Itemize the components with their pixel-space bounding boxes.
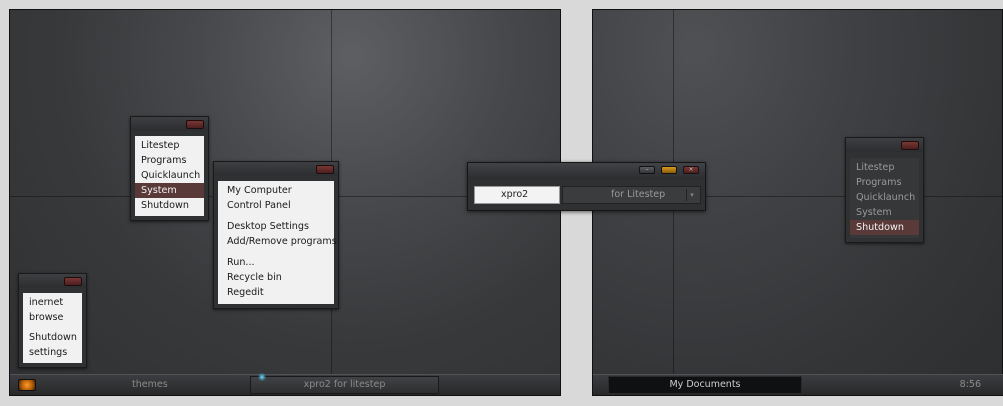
taskbar-right: My Documents 8:56	[593, 374, 1003, 395]
popup-titlebar[interactable]	[214, 162, 338, 176]
taskbar-clock: 8:56	[959, 379, 981, 390]
close-button[interactable]	[901, 141, 919, 150]
popup-titlebar[interactable]	[131, 117, 208, 131]
menu-item-run[interactable]: Run...	[218, 255, 334, 270]
menu-item-settings[interactable]: settings	[23, 345, 82, 360]
menu-item-quicklaunch[interactable]: Quicklaunch	[135, 168, 204, 183]
right-popup-menu: Litestep Programs Quicklaunch System Shu…	[845, 137, 924, 243]
menu-item-system[interactable]: System	[850, 205, 919, 220]
taskbar-task-my-documents[interactable]: My Documents	[608, 376, 802, 394]
main-popup-menu: Litestep Programs Quicklaunch System Shu…	[130, 116, 209, 221]
dialog-titlebar[interactable]: – ×	[468, 163, 705, 179]
close-button[interactable]: ×	[683, 166, 699, 174]
popup-titlebar[interactable]	[846, 138, 923, 152]
close-button[interactable]	[186, 120, 204, 129]
menu-item-programs[interactable]: Programs	[135, 153, 204, 168]
dialog-text-input[interactable]: xpro2	[474, 186, 560, 204]
popup-menu-list: inernet browse Shutdown settings	[23, 293, 82, 363]
themes-button[interactable]: themes	[132, 375, 168, 395]
menu-item-quicklaunch[interactable]: Quicklaunch	[850, 190, 919, 205]
menu-item-shutdown[interactable]: Shutdown	[850, 220, 919, 235]
menu-item-litestep[interactable]: Litestep	[135, 138, 204, 153]
quick-popup-menu: inernet browse Shutdown settings	[18, 273, 87, 368]
menu-item-litestep[interactable]: Litestep	[850, 160, 919, 175]
chevron-down-icon[interactable]: ▾	[686, 189, 697, 201]
popup-menu-list: Litestep Programs Quicklaunch System Shu…	[135, 136, 204, 216]
dialog-select-value: for Litestep	[611, 189, 666, 200]
menu-item-add-remove-programs[interactable]: Add/Remove programs	[218, 234, 337, 249]
xpro2-dialog: – × xpro2 for Litestep ▾	[467, 162, 706, 211]
popup-titlebar[interactable]	[19, 274, 86, 288]
minimize-button[interactable]: –	[639, 166, 655, 174]
popup-menu-list: Litestep Programs Quicklaunch System Shu…	[850, 158, 919, 238]
menu-item-shutdown[interactable]: Shutdown	[23, 330, 82, 345]
taskbar-left: themes xpro2 for litestep	[10, 373, 560, 395]
menu-item-browse[interactable]: browse	[23, 310, 82, 325]
dialog-select[interactable]: for Litestep ▾	[562, 186, 701, 204]
maximize-button[interactable]	[661, 166, 677, 174]
popup-menu-list: My Computer Control Panel Desktop Settin…	[218, 181, 337, 304]
menu-item-my-computer[interactable]: My Computer	[218, 183, 334, 198]
menu-item-system[interactable]: System	[135, 183, 204, 198]
task-glow-icon	[258, 373, 266, 381]
menu-item-recycle-bin[interactable]: Recycle bin	[218, 270, 334, 285]
start-orb-icon[interactable]	[18, 379, 36, 391]
taskbar-task-label: xpro2 for litestep	[303, 379, 386, 390]
menu-item-programs[interactable]: Programs	[850, 175, 919, 190]
menu-item-shutdown[interactable]: Shutdown	[135, 198, 204, 213]
close-button[interactable]	[316, 165, 334, 174]
close-button[interactable]	[64, 277, 82, 286]
menu-item-internet[interactable]: inernet	[23, 295, 82, 310]
taskbar-task-xpro2[interactable]: xpro2 for litestep	[250, 373, 439, 394]
menu-item-control-panel[interactable]: Control Panel	[218, 198, 334, 213]
system-popup-menu: My Computer Control Panel Desktop Settin…	[213, 161, 339, 309]
menu-item-desktop-settings[interactable]: Desktop Settings	[218, 219, 334, 234]
menu-item-regedit[interactable]: Regedit	[218, 285, 334, 300]
